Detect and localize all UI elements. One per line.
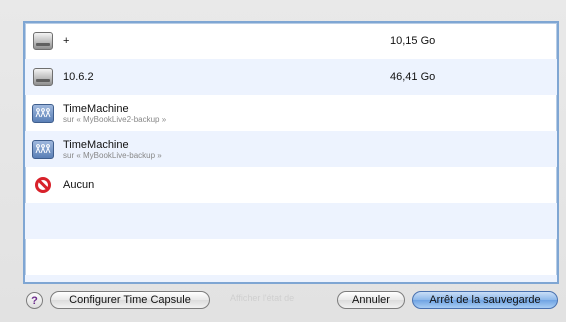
list-item[interactable]: Aucun xyxy=(25,167,557,203)
no-entry-icon xyxy=(35,177,51,193)
list-item[interactable]: 10.6.2 46,41 Go xyxy=(25,59,557,95)
row-icon-wrap xyxy=(32,30,54,52)
empty-row xyxy=(25,239,557,275)
disk-name: + xyxy=(63,35,70,47)
time-machine-disk-selection-sheet: + 10,15 Go 10.6.2 46,41 Go TimeMachine s… xyxy=(0,0,566,322)
disk-name: TimeMachine xyxy=(63,138,129,151)
row-icon-wrap xyxy=(32,174,54,196)
list-item[interactable]: + 10,15 Go xyxy=(25,23,557,59)
hard-drive-icon xyxy=(33,32,53,50)
disk-size: 46,41 Go xyxy=(390,71,436,83)
disk-size: 10,15 Go xyxy=(390,35,436,47)
disk-location: sur « MyBookLive-backup » xyxy=(63,150,162,160)
empty-row xyxy=(25,203,557,239)
network-volume-icon xyxy=(32,103,54,123)
row-text: Aucun xyxy=(63,179,94,191)
cancel-button[interactable]: Annuler xyxy=(337,291,405,309)
backup-disk-list[interactable]: + 10,15 Go 10.6.2 46,41 Go TimeMachine s… xyxy=(23,21,559,284)
list-item[interactable]: TimeMachine sur « MyBookLive2-backup » xyxy=(25,95,557,131)
hard-drive-icon xyxy=(33,68,53,86)
stop-backup-button[interactable]: Arrêt de la sauvegarde xyxy=(412,291,558,309)
configure-time-capsule-button[interactable]: Configurer Time Capsule xyxy=(50,291,210,309)
disk-name: TimeMachine xyxy=(63,102,129,115)
disk-name: 10.6.2 xyxy=(63,71,94,83)
row-text: TimeMachine sur « MyBookLive2-backup » xyxy=(63,103,166,124)
row-text: + xyxy=(63,35,69,47)
network-volume-icon xyxy=(32,139,54,159)
disk-name: Aucun xyxy=(63,179,95,191)
help-button[interactable]: ? xyxy=(26,292,43,309)
empty-row xyxy=(25,275,557,282)
background-status-text: Afficher l'état de xyxy=(230,293,295,303)
row-text: TimeMachine sur « MyBookLive-backup » xyxy=(63,139,162,160)
disk-location: sur « MyBookLive2-backup » xyxy=(63,114,167,124)
row-icon-wrap xyxy=(32,66,54,88)
row-text: 10.6.2 xyxy=(63,71,94,83)
list-item[interactable]: TimeMachine sur « MyBookLive-backup » xyxy=(25,131,557,167)
row-icon-wrap xyxy=(32,102,54,124)
row-icon-wrap xyxy=(32,138,54,160)
